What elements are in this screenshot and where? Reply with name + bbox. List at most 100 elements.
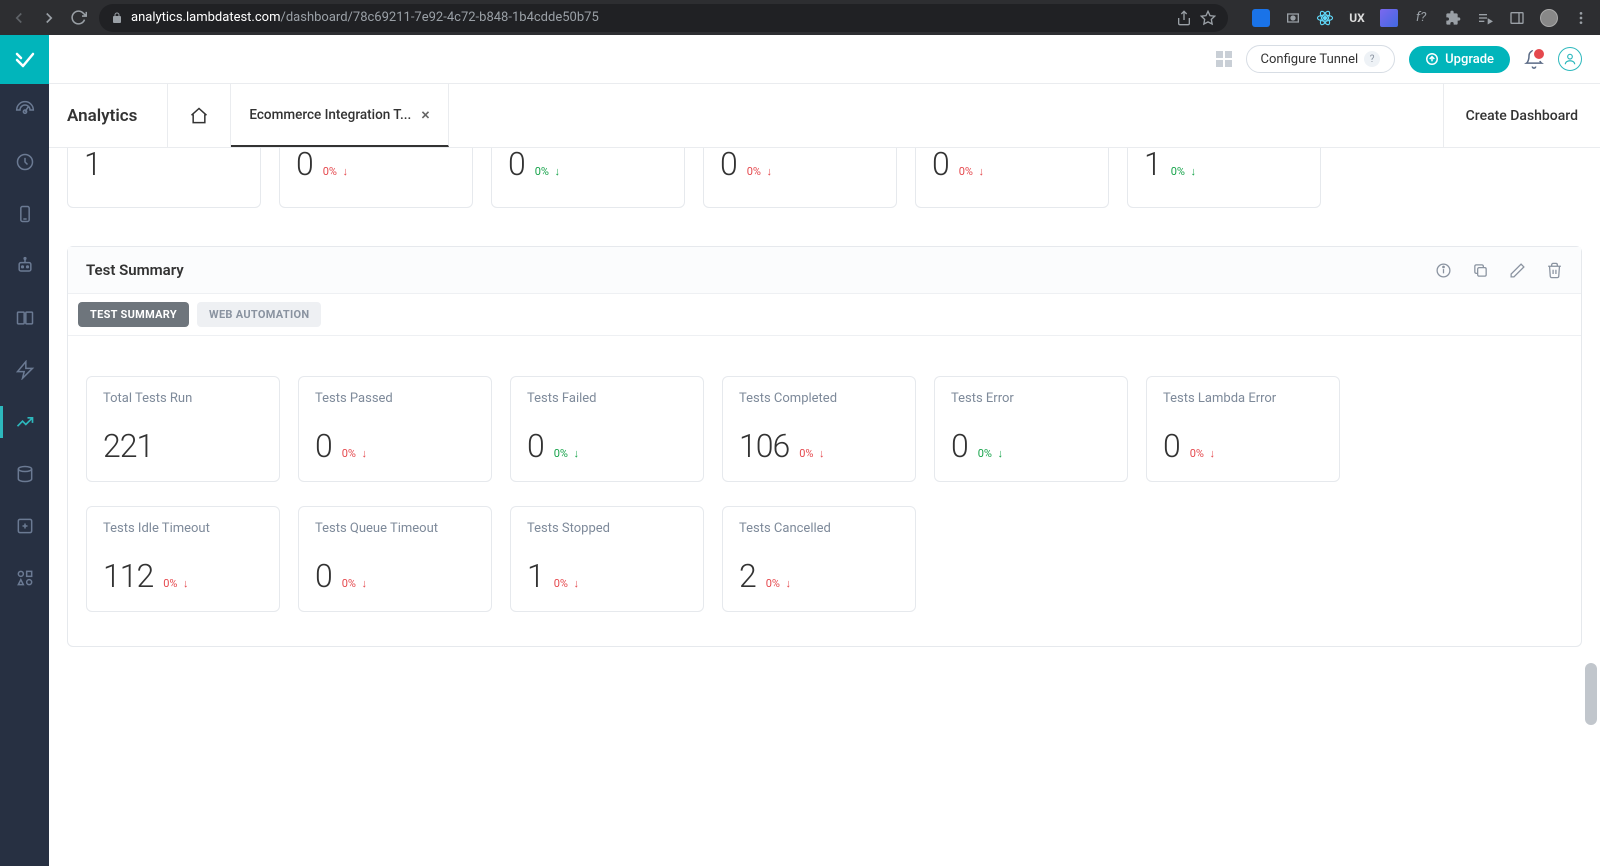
nav-compare[interactable] bbox=[0, 292, 49, 344]
tab-test-summary[interactable]: TEST SUMMARY bbox=[78, 302, 189, 327]
metric-delta: 0% ↓ bbox=[766, 577, 791, 590]
metric-card: Tests Passed00% ↓ bbox=[298, 376, 492, 482]
metric-card: Tests Queue Timeout00% ↓ bbox=[298, 506, 492, 612]
metric-value: 0 bbox=[720, 148, 737, 183]
metric-delta: 0% ↓ bbox=[535, 165, 560, 178]
metric-value: 221 bbox=[103, 427, 153, 465]
create-dashboard-button[interactable]: Create Dashboard bbox=[1443, 84, 1600, 147]
lock-icon bbox=[111, 12, 123, 24]
metric-value: 0 bbox=[951, 427, 968, 465]
metric-value: 106 bbox=[739, 427, 789, 465]
panel-icon[interactable] bbox=[1508, 9, 1526, 27]
ext-icon[interactable]: UX bbox=[1348, 9, 1366, 27]
playlist-icon[interactable] bbox=[1476, 9, 1494, 27]
nav-more[interactable] bbox=[0, 552, 49, 604]
metric-card: Tests Idle Timeout 112 0% ↓ bbox=[86, 506, 280, 612]
scrollbar-thumb[interactable] bbox=[1585, 663, 1597, 725]
nav-device[interactable] bbox=[0, 188, 49, 240]
profile-avatar[interactable] bbox=[1540, 9, 1558, 27]
ext-icon[interactable] bbox=[1380, 9, 1398, 27]
delete-icon[interactable] bbox=[1546, 262, 1563, 279]
metrics-row-partial: 100% ↓00% ↓00% ↓00% ↓10% ↓ bbox=[67, 148, 1582, 208]
metric-label: Tests Stopped bbox=[527, 521, 687, 537]
ext-icon[interactable] bbox=[1316, 9, 1334, 27]
metric-value: 0 bbox=[932, 148, 949, 183]
browser-toolbar: analytics.lambdatest.com/dashboard/78c69… bbox=[0, 0, 1600, 35]
profile-icon[interactable] bbox=[1558, 47, 1582, 71]
extension-icons: UX f? bbox=[1252, 9, 1590, 27]
metric-card: Tests Completed 106 0% ↓ bbox=[722, 376, 916, 482]
nav-automation[interactable] bbox=[0, 240, 49, 292]
metric-delta: 0% ↓ bbox=[342, 577, 367, 590]
page-title: Analytics bbox=[67, 84, 167, 147]
metric-label: Tests Completed bbox=[739, 391, 899, 407]
metric-value: 1 bbox=[527, 557, 544, 595]
nav-analytics[interactable] bbox=[0, 396, 49, 448]
url-bar[interactable]: analytics.lambdatest.com/dashboard/78c69… bbox=[99, 4, 1228, 32]
metric-card: Tests Error00% ↓ bbox=[934, 376, 1128, 482]
test-summary-section: Test Summary TEST SUMMARY WEB AUTOMATION… bbox=[67, 246, 1582, 647]
metric-card: Tests Failed00% ↓ bbox=[510, 376, 704, 482]
metric-card: 0 0% ↓ bbox=[491, 148, 685, 208]
metric-delta: 0% ↓ bbox=[554, 577, 579, 590]
ext-icon[interactable] bbox=[1252, 9, 1270, 27]
metric-label: Tests Idle Timeout bbox=[103, 521, 263, 537]
dashboard-tab[interactable]: Ecommerce Integration T... × bbox=[231, 84, 448, 147]
metric-delta: 0% ↓ bbox=[1171, 165, 1196, 178]
metric-card: Tests Lambda Error00% ↓ bbox=[1146, 376, 1340, 482]
nav-hyper[interactable] bbox=[0, 344, 49, 396]
tab-web-automation[interactable]: WEB AUTOMATION bbox=[197, 302, 321, 327]
metric-value: 0 bbox=[315, 427, 332, 465]
menu-icon[interactable] bbox=[1572, 9, 1590, 27]
metric-card: 00% ↓ bbox=[703, 148, 897, 208]
edit-icon[interactable] bbox=[1509, 262, 1526, 279]
metric-label: Tests Passed bbox=[315, 391, 475, 407]
metric-card: 1 0% ↓ bbox=[1127, 148, 1321, 208]
apps-icon[interactable] bbox=[1216, 51, 1232, 67]
copy-icon[interactable] bbox=[1472, 262, 1489, 279]
metric-delta: 0% ↓ bbox=[323, 165, 348, 178]
metric-value: 0 bbox=[1163, 427, 1180, 465]
star-icon[interactable] bbox=[1200, 10, 1216, 26]
metric-value: 112 bbox=[103, 557, 153, 595]
ext-icon[interactable]: f? bbox=[1412, 9, 1430, 27]
close-tab-icon[interactable]: × bbox=[421, 105, 430, 124]
nav-realtime[interactable] bbox=[0, 136, 49, 188]
content-area: 100% ↓00% ↓00% ↓00% ↓10% ↓ Test Summary … bbox=[49, 148, 1600, 866]
help-icon: ? bbox=[1364, 51, 1380, 67]
url-text: analytics.lambdatest.com/dashboard/78c69… bbox=[131, 10, 599, 25]
tab-label: Ecommerce Integration T... bbox=[249, 107, 411, 123]
nav-dashboard[interactable] bbox=[0, 84, 49, 136]
nav-logs[interactable] bbox=[0, 448, 49, 500]
share-icon[interactable] bbox=[1176, 10, 1192, 26]
nav-add[interactable] bbox=[0, 500, 49, 552]
metric-value: 0 bbox=[315, 557, 332, 595]
metric-card: 0 0% ↓ bbox=[279, 148, 473, 208]
extensions-icon[interactable] bbox=[1444, 9, 1462, 27]
section-title: Test Summary bbox=[86, 261, 184, 279]
metric-value: 1 bbox=[84, 148, 101, 183]
metric-label: Tests Error bbox=[951, 391, 1111, 407]
metric-delta: 0% ↓ bbox=[163, 577, 188, 590]
back-button[interactable] bbox=[10, 9, 28, 27]
metric-label: Total Tests Run bbox=[103, 391, 263, 407]
configure-tunnel-button[interactable]: Configure Tunnel? bbox=[1246, 45, 1396, 73]
metric-value: 0 bbox=[508, 148, 525, 183]
home-tab[interactable] bbox=[167, 84, 231, 147]
metric-label: Tests Cancelled bbox=[739, 521, 899, 537]
sidebar bbox=[0, 35, 49, 866]
metric-value: 0 bbox=[296, 148, 313, 183]
info-icon[interactable] bbox=[1435, 262, 1452, 279]
logo[interactable] bbox=[0, 35, 49, 84]
metric-delta: 0% ↓ bbox=[799, 447, 824, 460]
tabbar: Analytics Ecommerce Integration T... × Cr… bbox=[49, 84, 1600, 148]
ext-icon[interactable] bbox=[1284, 9, 1302, 27]
metric-delta: 0% ↓ bbox=[554, 447, 579, 460]
metric-delta: 0% ↓ bbox=[959, 165, 984, 178]
metric-label: Tests Lambda Error bbox=[1163, 391, 1323, 407]
upgrade-button[interactable]: Upgrade bbox=[1409, 46, 1510, 73]
forward-button[interactable] bbox=[40, 9, 58, 27]
notifications-icon[interactable] bbox=[1524, 49, 1544, 69]
metric-value: 1 bbox=[1144, 148, 1161, 183]
reload-button[interactable] bbox=[70, 9, 87, 26]
